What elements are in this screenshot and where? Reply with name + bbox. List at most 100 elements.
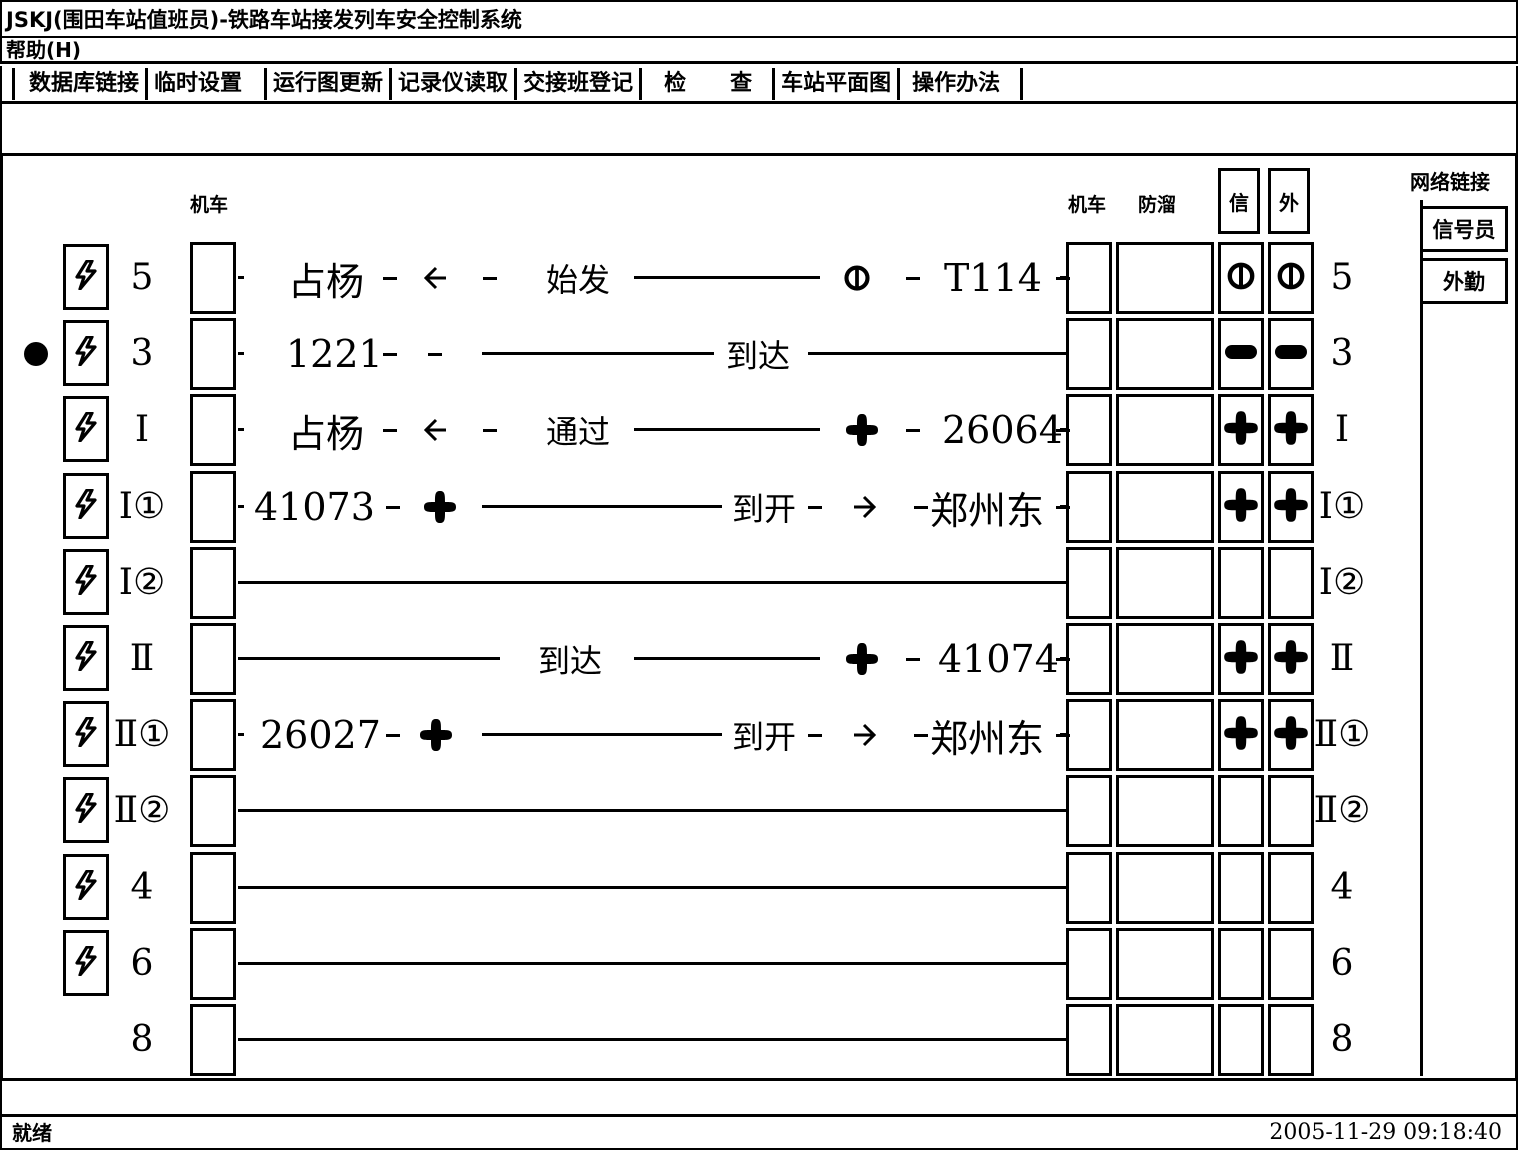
anti-slip-box[interactable] <box>1116 699 1214 771</box>
toolbar-schedule-update-button[interactable]: 运行图更新 <box>264 67 389 100</box>
route-label: 26064 <box>942 408 1063 452</box>
power-toggle-button[interactable] <box>63 701 109 767</box>
power-toggle-button[interactable] <box>63 777 109 843</box>
anti-slip-box[interactable] <box>1116 852 1214 924</box>
anti-slip-box[interactable] <box>1116 775 1214 847</box>
power-toggle-button[interactable] <box>63 473 109 539</box>
right-loco-box[interactable] <box>1066 547 1112 619</box>
power-toggle-button[interactable] <box>63 854 109 920</box>
right-loco-box[interactable] <box>1066 242 1112 314</box>
cross-icon <box>1270 712 1312 758</box>
toolbar-temp-settings-button[interactable]: 临时设置 <box>145 67 264 100</box>
toolbar-database-link-button[interactable]: 数据库链接 <box>12 67 145 100</box>
left-loco-box[interactable] <box>190 928 236 1000</box>
left-loco-box[interactable] <box>190 318 236 390</box>
left-loco-box[interactable] <box>190 547 236 619</box>
route-label: 占杨 <box>288 411 365 456</box>
toolbar-shift-handover-button[interactable]: 交接班登记 <box>514 67 639 100</box>
anti-slip-box[interactable] <box>1116 547 1214 619</box>
header-signal: 信 <box>1218 168 1260 234</box>
cross-icon <box>1220 484 1262 530</box>
power-toggle-button[interactable] <box>63 930 109 996</box>
status-bar: 就绪 2005-11-29 09:18:40 <box>0 1114 1518 1150</box>
signal-cell[interactable] <box>1218 394 1264 466</box>
anti-slip-box[interactable] <box>1116 471 1214 543</box>
outside-cell[interactable] <box>1268 547 1314 619</box>
left-connector <box>238 962 244 965</box>
left-loco-box[interactable] <box>190 852 236 924</box>
outside-cell[interactable] <box>1268 242 1314 314</box>
bolt-icon <box>73 411 99 446</box>
outside-cell[interactable] <box>1268 775 1314 847</box>
left-loco-box[interactable] <box>190 471 236 543</box>
toolbar-spacer <box>0 104 1518 156</box>
power-toggle-button[interactable] <box>63 396 109 462</box>
anti-slip-box[interactable] <box>1116 394 1214 466</box>
outside-cell[interactable] <box>1268 394 1314 466</box>
route-label: 郑州东 <box>930 488 1045 533</box>
anti-slip-box[interactable] <box>1116 1004 1214 1076</box>
track-name-right: Ⅰ <box>1334 409 1350 450</box>
toolbar: 数据库链接 临时设置 运行图更新 记录仪读取 交接班登记 检 查 车站平面图 操… <box>0 66 1518 104</box>
signal-cell[interactable] <box>1218 318 1264 390</box>
outside-cell[interactable] <box>1268 852 1314 924</box>
signal-cell[interactable] <box>1218 699 1264 771</box>
signal-cell[interactable] <box>1218 242 1264 314</box>
dash-mark <box>906 394 920 466</box>
network-signalman-button[interactable]: 信号员 <box>1420 206 1508 252</box>
dash-mark <box>383 394 397 466</box>
signal-cell[interactable] <box>1218 547 1264 619</box>
signal-cell[interactable] <box>1218 623 1264 695</box>
right-loco-box[interactable] <box>1066 471 1112 543</box>
signal-cell[interactable] <box>1218 852 1264 924</box>
outside-cell[interactable] <box>1268 1004 1314 1076</box>
right-loco-box[interactable] <box>1066 318 1112 390</box>
anti-slip-box[interactable] <box>1116 318 1214 390</box>
route-line <box>634 428 820 431</box>
minus-icon <box>1224 343 1258 365</box>
power-toggle-button[interactable] <box>63 625 109 691</box>
left-connector <box>238 352 244 355</box>
toolbar-station-plan-button[interactable]: 车站平面图 <box>772 67 897 100</box>
toolbar-operation-guide-button[interactable]: 操作办法 <box>897 67 1024 100</box>
outside-cell[interactable] <box>1268 471 1314 543</box>
toolbar-check-button[interactable]: 检 查 <box>639 67 772 100</box>
signal-cell[interactable] <box>1218 928 1264 1000</box>
right-loco-box[interactable] <box>1066 1004 1112 1076</box>
power-toggle-button[interactable] <box>63 244 109 310</box>
outside-cell[interactable] <box>1268 928 1314 1000</box>
anti-slip-box[interactable] <box>1116 928 1214 1000</box>
outside-cell[interactable] <box>1268 623 1314 695</box>
dash-mark <box>428 318 442 390</box>
menu-help[interactable]: 帮助(H) <box>6 38 81 62</box>
right-loco-box[interactable] <box>1066 852 1112 924</box>
dash-mark <box>808 699 822 771</box>
route-line <box>808 352 1068 355</box>
left-loco-box[interactable] <box>190 699 236 771</box>
toolbar-recorder-read-button[interactable]: 记录仪读取 <box>389 67 514 100</box>
network-panel <box>1420 200 1514 1076</box>
network-outside-button[interactable]: 外勤 <box>1420 258 1508 304</box>
left-loco-box[interactable] <box>190 394 236 466</box>
anti-slip-box[interactable] <box>1116 623 1214 695</box>
power-toggle-button[interactable] <box>63 320 109 386</box>
bolt-icon <box>73 869 99 904</box>
left-loco-box[interactable] <box>190 623 236 695</box>
anti-slip-box[interactable] <box>1116 242 1214 314</box>
signal-cell[interactable] <box>1218 1004 1264 1076</box>
outside-cell[interactable] <box>1268 699 1314 771</box>
left-loco-box[interactable] <box>190 242 236 314</box>
left-loco-box[interactable] <box>190 775 236 847</box>
track-name-left: 8 <box>130 1019 154 1060</box>
right-loco-box[interactable] <box>1066 928 1112 1000</box>
right-loco-box[interactable] <box>1066 623 1112 695</box>
left-loco-box[interactable] <box>190 1004 236 1076</box>
circle-bar-icon <box>842 242 872 314</box>
right-loco-box[interactable] <box>1066 699 1112 771</box>
outside-cell[interactable] <box>1268 318 1314 390</box>
power-toggle-button[interactable] <box>63 549 109 615</box>
signal-cell[interactable] <box>1218 775 1264 847</box>
signal-cell[interactable] <box>1218 471 1264 543</box>
right-loco-box[interactable] <box>1066 394 1112 466</box>
right-loco-box[interactable] <box>1066 775 1112 847</box>
